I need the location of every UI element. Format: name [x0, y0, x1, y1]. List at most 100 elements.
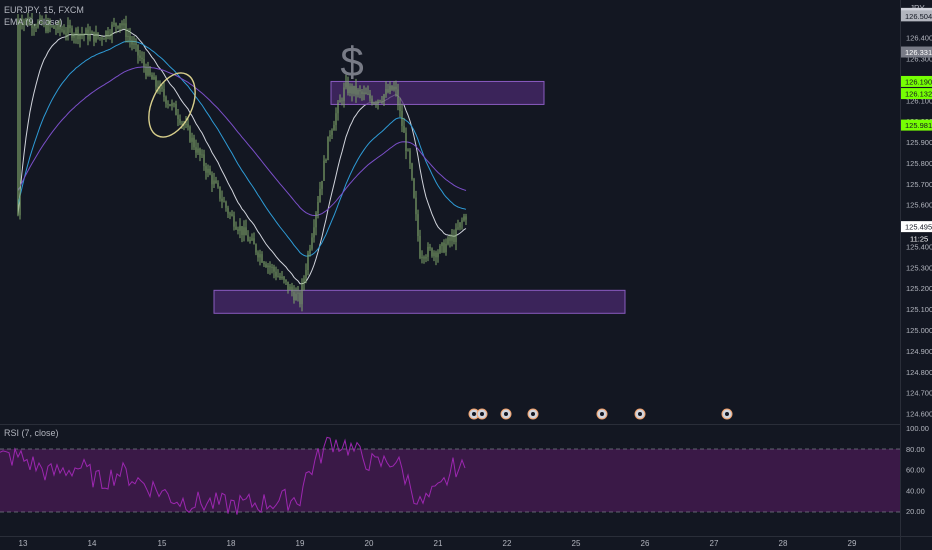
candle-body [55, 28, 57, 30]
candle-body [237, 229, 239, 231]
candle-body [189, 127, 191, 142]
candle-body [369, 93, 371, 99]
time-label: 19 [296, 539, 305, 548]
candle-body [393, 86, 395, 90]
candle-body [177, 115, 179, 119]
candle-body [147, 67, 149, 76]
candle-body [337, 102, 339, 114]
event-markers[interactable] [468, 408, 733, 420]
dollar-annotation: $ [340, 38, 363, 85]
price-candles[interactable] [17, 12, 467, 312]
candle-body [275, 271, 277, 277]
price-tick: 125.300 [906, 263, 932, 272]
candle-body [145, 66, 147, 76]
price-axis[interactable]: 126.500126.400126.300126.200126.100126.0… [906, 13, 932, 419]
time-axis[interactable]: 13 14 15 18 19 20 21 22 25 26 27 28 29 [19, 539, 857, 548]
candle-body [381, 100, 383, 102]
candle-body [149, 67, 151, 76]
candle-body [175, 104, 177, 116]
candle-body [297, 292, 299, 294]
candle-body [443, 242, 445, 253]
candle-body [121, 23, 123, 26]
candle-body [293, 291, 295, 301]
candle-body [415, 197, 417, 215]
candle-body [117, 25, 119, 28]
candle-body [409, 150, 411, 164]
candle-body [35, 27, 37, 29]
candle-body [305, 270, 307, 279]
candle-body [223, 201, 225, 203]
trading-chart[interactable]: $ EURJPY, 15, FXCM EMA (9, close) RSI (7… [0, 0, 932, 550]
price-tick: 124.800 [906, 368, 932, 377]
time-label: 25 [572, 539, 581, 548]
candle-body [191, 137, 193, 142]
candle-body [253, 238, 255, 245]
candle-body [439, 245, 441, 253]
candle-body [151, 75, 153, 80]
rsi-tick: 60.00 [906, 466, 925, 475]
candle-body [403, 126, 405, 133]
candle-body [383, 94, 385, 101]
candle-body [193, 137, 195, 148]
candle-body [379, 100, 381, 102]
candle-body [79, 34, 81, 40]
price-tick: 126.400 [906, 34, 932, 43]
candle-body [127, 35, 129, 37]
candle-body [437, 252, 439, 258]
candle-body [399, 105, 401, 112]
candle-body [33, 27, 35, 29]
candle-body [267, 265, 269, 268]
candle-body [455, 228, 457, 243]
candle-body [163, 89, 165, 97]
candle-body [141, 57, 143, 60]
candle-body [435, 252, 437, 258]
candle-body [75, 29, 77, 36]
candle-body [245, 227, 247, 236]
candle-body [201, 154, 203, 156]
candle-body [391, 85, 393, 90]
candle-body [447, 237, 449, 244]
event-marker-dot [531, 412, 535, 416]
candle-body [221, 198, 223, 202]
candle-body [327, 136, 329, 161]
time-label: 18 [227, 539, 236, 548]
candle-body [123, 23, 125, 26]
price-tick: 125.700 [906, 180, 932, 189]
candle-body [339, 100, 341, 103]
candle-body [269, 265, 271, 268]
candle-body [247, 235, 249, 242]
price-badge-text: 126.504 [905, 12, 932, 21]
candle-body [211, 174, 213, 185]
candle-body [115, 23, 117, 26]
time-label: 22 [503, 539, 512, 548]
candle-body [427, 246, 429, 257]
time-label: 21 [434, 539, 443, 548]
candle-body [441, 242, 443, 246]
candle-body [319, 188, 321, 203]
candle-body [425, 256, 427, 259]
candle-body [165, 96, 167, 104]
candle-body [405, 132, 407, 151]
candle-body [323, 160, 325, 181]
candle-body [197, 148, 199, 153]
candle-body [85, 29, 87, 35]
rsi-tick: 100.00 [906, 424, 929, 433]
candle-body [407, 150, 409, 152]
candle-body [411, 163, 413, 179]
candle-body [457, 227, 459, 229]
candle-body [171, 103, 173, 106]
time-label: 27 [710, 539, 719, 548]
price-tick: 125.900 [906, 138, 932, 147]
candle-body [357, 89, 359, 95]
candle-body [63, 30, 65, 34]
candle-body [387, 89, 389, 93]
candle-body [207, 168, 209, 173]
candle-body [97, 32, 99, 38]
candle-body [315, 213, 317, 228]
candle-body [81, 34, 83, 36]
price-badge-text: 126.331 [905, 48, 932, 57]
candle-body [463, 216, 465, 221]
price-tick: 125.000 [906, 326, 932, 335]
rsi-axis[interactable]: 100.00 80.00 60.00 40.00 20.00 [906, 424, 929, 516]
price-tick: 125.600 [906, 201, 932, 210]
